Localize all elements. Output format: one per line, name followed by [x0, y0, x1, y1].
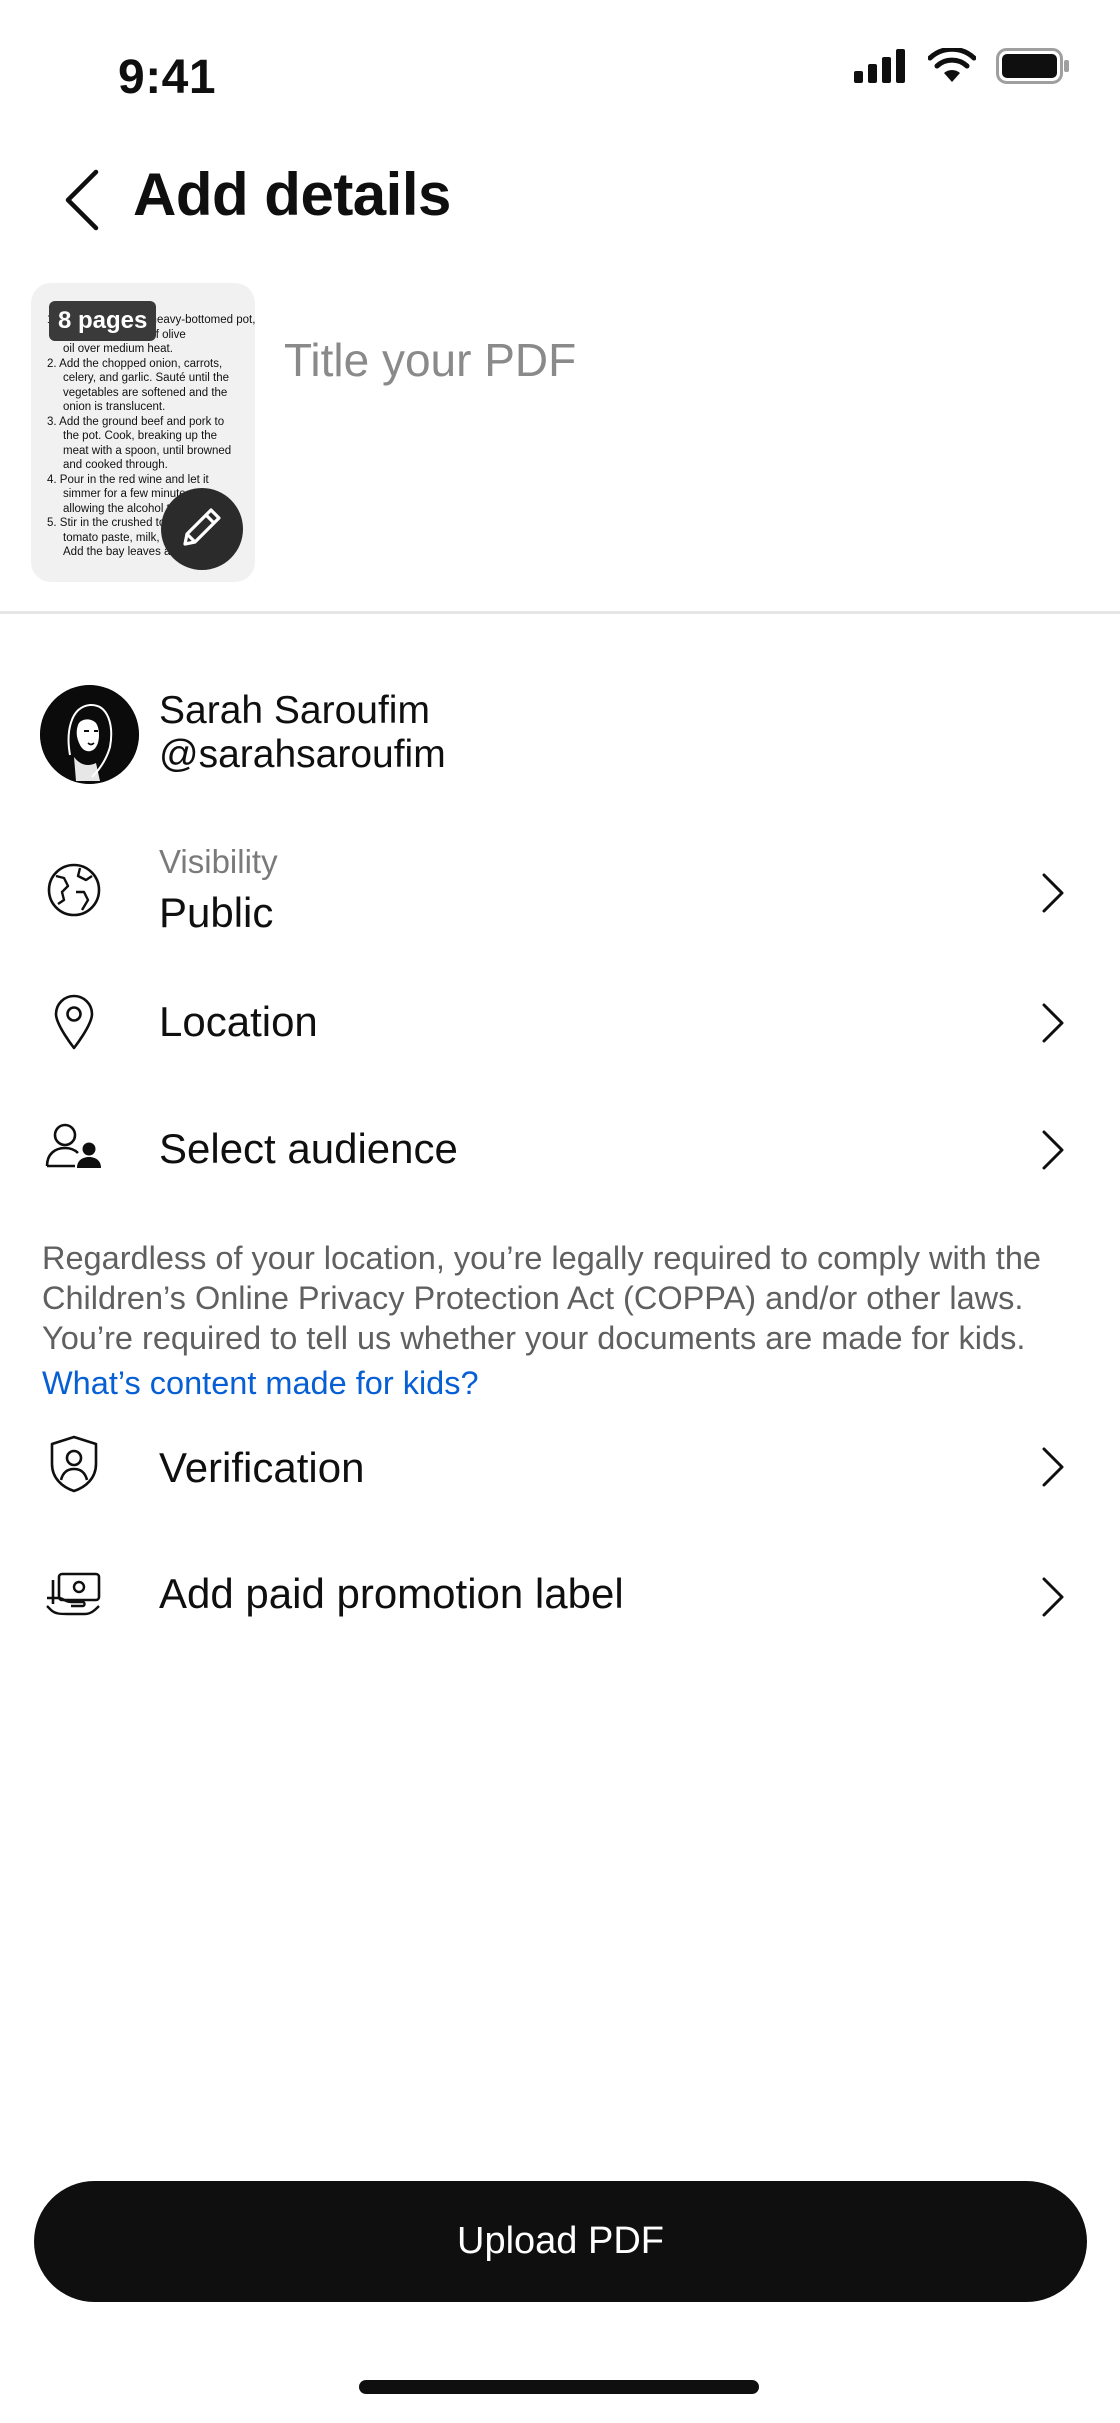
battery-icon — [996, 48, 1070, 89]
home-indicator — [359, 2380, 759, 2394]
visibility-value: Public — [159, 889, 274, 936]
chevron-right-icon — [1038, 1442, 1068, 1492]
preview-line: oil over medium heat. — [63, 343, 173, 355]
page-count-badge: 8 pages — [49, 301, 157, 341]
channel-handle: @sarahsaroufim — [159, 733, 446, 776]
paid-promotion-row[interactable]: Add paid promotion label — [0, 1560, 1120, 1630]
preview-line: onion is translucent. — [63, 401, 166, 413]
visibility-row[interactable]: Visibility Public — [0, 835, 1120, 945]
upload-pdf-button[interactable]: Upload PDF — [34, 2181, 1087, 2302]
channel-info: Sarah Saroufim @sarahsaroufim — [40, 685, 1080, 785]
section-divider — [0, 611, 1120, 614]
preview-line: 2. Add the chopped onion, carrots, — [47, 357, 223, 370]
verification-row[interactable]: Verification — [0, 1432, 1120, 1502]
made-for-kids-link[interactable]: What’s content made for kids? — [42, 1365, 479, 1402]
paid-promotion-icon — [44, 1564, 104, 1624]
shield-user-icon — [44, 1434, 104, 1494]
verification-label: Verification — [159, 1444, 365, 1491]
location-pin-icon — [44, 992, 104, 1052]
status-icons — [854, 46, 1070, 89]
preview-line: 3. Add the ground beef and pork to — [47, 415, 225, 428]
back-button[interactable] — [52, 162, 112, 242]
preview-line: and cooked through. — [63, 459, 168, 471]
select-audience-label: Select audience — [159, 1125, 458, 1172]
preview-line: meat with a spoon, until browned — [63, 444, 232, 457]
pencil-icon — [177, 502, 227, 557]
pdf-title-input[interactable] — [284, 320, 1064, 400]
edit-thumbnail-button[interactable] — [161, 488, 243, 570]
paid-promotion-label: Add paid promotion label — [159, 1570, 624, 1617]
channel-name: Sarah Saroufim — [159, 689, 430, 732]
preview-line: celery, and garlic. Sauté until the — [63, 372, 229, 384]
header: Add details — [0, 150, 1120, 250]
chevron-right-icon — [1038, 998, 1068, 1048]
status-bar: 9:41 — [0, 0, 1120, 140]
select-audience-row[interactable]: Select audience — [0, 1113, 1120, 1183]
location-row[interactable]: Location — [0, 988, 1120, 1058]
document-thumbnail[interactable]: 1. Heat olive oil in a heavy-bottomed po… — [31, 283, 255, 582]
globe-icon — [44, 860, 104, 920]
page-title: Add details — [133, 161, 451, 228]
preview-line: 4. Pour in the red wine and let it — [47, 473, 209, 486]
preview-line: vegetables are softened and the — [63, 386, 228, 399]
location-label: Location — [159, 998, 318, 1045]
audience-icon — [44, 1117, 104, 1177]
coppa-notice: Regardless of your location, you’re lega… — [42, 1240, 1041, 1356]
status-time: 9:41 — [118, 51, 217, 104]
chevron-right-icon — [1038, 1572, 1068, 1622]
wifi-icon — [927, 46, 977, 89]
back-arrow-icon — [62, 168, 102, 237]
chevron-right-icon — [1038, 1125, 1068, 1175]
chevron-right-icon — [1038, 868, 1068, 918]
avatar — [40, 685, 139, 784]
visibility-sublabel: Visibility — [159, 843, 278, 880]
cellular-signal-icon — [854, 49, 908, 88]
preview-line: the pot. Cook, breaking up the — [63, 430, 218, 442]
